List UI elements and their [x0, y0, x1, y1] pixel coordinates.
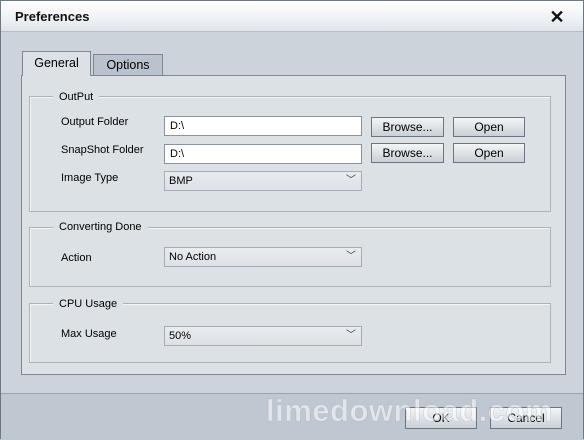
preferences-dialog: Preferences ✕ General Options OutPut Out… — [0, 0, 584, 440]
snapshot-folder-label: SnapShot Folder — [61, 144, 144, 156]
general-panel: OutPut Output Folder D:\ Browse... Open … — [21, 75, 566, 375]
tab-options[interactable]: Options — [93, 54, 163, 75]
action-value: No Action — [169, 251, 217, 263]
tab-general[interactable]: General — [22, 51, 91, 76]
max-usage-label: Max Usage — [61, 328, 117, 340]
output-open-button[interactable]: Open — [453, 117, 525, 137]
action-label: Action — [61, 252, 92, 264]
output-folder-label: Output Folder — [61, 116, 129, 128]
image-type-label: Image Type — [61, 172, 119, 184]
snapshot-folder-field[interactable]: D:\ — [164, 144, 362, 164]
image-type-value: BMP — [169, 175, 193, 187]
window-title: Preferences — [15, 9, 90, 24]
output-browse-button[interactable]: Browse... — [371, 117, 444, 137]
action-select[interactable]: No Action ﹀ — [164, 247, 362, 267]
max-usage-select[interactable]: 50% ﹀ — [164, 326, 362, 346]
output-group-label: OutPut — [53, 91, 100, 103]
max-usage-value: 50% — [169, 330, 192, 342]
cpu-group-label: CPU Usage — [53, 298, 124, 310]
snapshot-open-button[interactable]: Open — [453, 143, 525, 163]
chevron-down-icon: ﹀ — [346, 251, 356, 262]
chevron-down-icon: ﹀ — [346, 175, 356, 186]
close-icon[interactable]: ✕ — [547, 8, 567, 26]
converting-group-label: Converting Done — [53, 221, 148, 233]
snapshot-browse-button[interactable]: Browse... — [371, 143, 444, 163]
chevron-down-icon: ﹀ — [346, 330, 356, 341]
title-bar: Preferences ✕ — [1, 1, 583, 32]
output-folder-field[interactable]: D:\ — [164, 116, 362, 136]
watermark-logo: limedownload.com — [266, 393, 554, 429]
image-type-select[interactable]: BMP ﹀ — [164, 171, 362, 191]
